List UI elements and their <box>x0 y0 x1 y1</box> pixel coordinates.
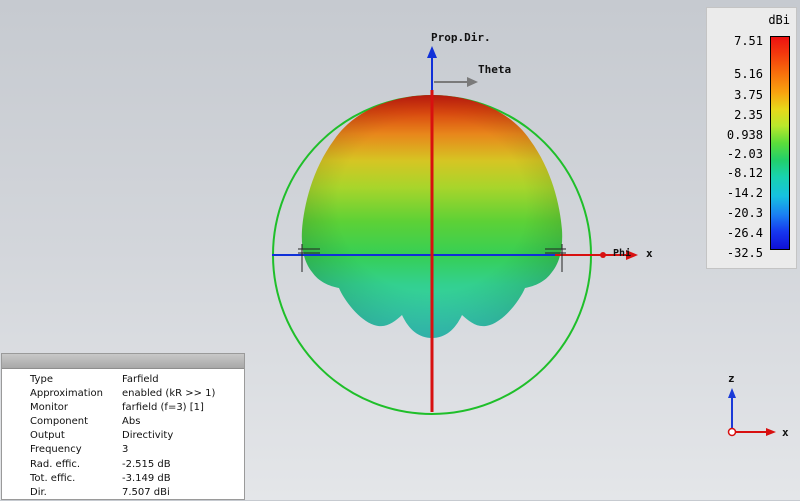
prop-dir-arrow <box>427 46 437 58</box>
color-scale-legend: dBi 7.51 5.16 3.75 2.35 0.938 -2.03 -8.1… <box>706 7 797 269</box>
legend-tick: -26.4 <box>726 226 763 240</box>
info-row: Output Directivity <box>30 430 174 441</box>
farfield-info-panel: Type Farfield Approximation enabled (kR >>… <box>1 353 245 500</box>
theta-label: Theta <box>478 63 511 76</box>
x-axis-label: x <box>646 247 653 260</box>
info-panel-header[interactable] <box>2 354 244 369</box>
legend-color-bar <box>770 36 790 250</box>
orientation-triad: z x <box>727 372 789 439</box>
legend-unit: dBi <box>768 13 790 27</box>
legend-tick: -2.03 <box>726 147 763 161</box>
phi-label: Phi <box>613 247 631 259</box>
legend-tick: 3.75 <box>734 88 763 102</box>
info-row: Approximation enabled (kR >> 1) <box>30 388 216 399</box>
legend-tick: 7.51 <box>734 34 763 48</box>
legend-tick: -14.2 <box>726 186 763 200</box>
triad-x-label: x <box>782 426 789 439</box>
legend-tick: 2.35 <box>734 108 763 122</box>
info-row: Monitor farfield (f=3) [1] <box>30 402 204 413</box>
prop-dir-label: Prop.Dir. <box>431 31 491 44</box>
triad-z-label: z <box>728 372 735 385</box>
legend-tick: 0.938 <box>726 128 763 142</box>
legend-tick: -20.3 <box>726 206 763 220</box>
legend-tick: 5.16 <box>734 67 763 81</box>
info-row: Type Farfield <box>30 374 159 385</box>
info-row: Frequency 3 <box>30 444 129 455</box>
info-row: Tot. effic. -3.149 dB <box>30 473 171 484</box>
legend-tick: -8.12 <box>726 166 763 180</box>
info-row: Component Abs <box>30 416 141 427</box>
info-row: Dir. 7.507 dBi <box>30 487 170 498</box>
info-row: Rad. effic. -2.515 dB <box>30 459 171 470</box>
legend-tick: -32.5 <box>726 246 763 260</box>
